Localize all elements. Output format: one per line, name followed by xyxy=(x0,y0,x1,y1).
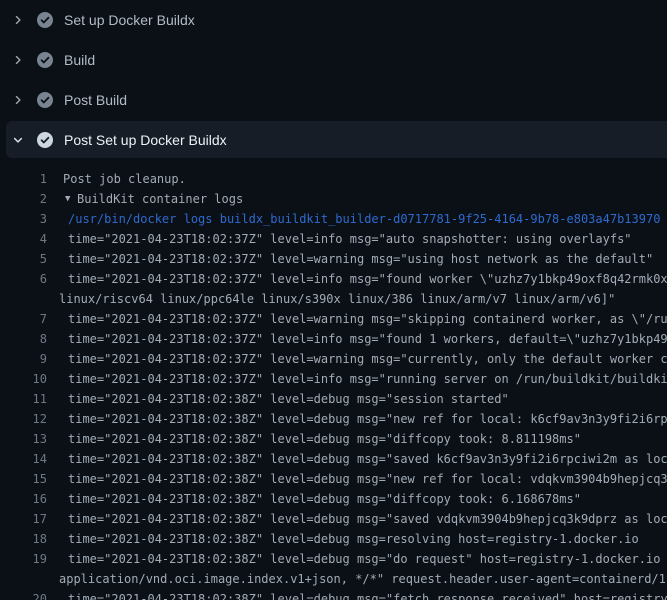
log-line: 1 Post job cleanup. xyxy=(0,169,667,189)
log-text: Post job cleanup. xyxy=(63,169,186,189)
log-line: 9 time="2021-04-23T18:02:37Z" level=warni… xyxy=(0,349,667,369)
step-row-build[interactable]: Build xyxy=(0,40,667,80)
log-line: application/vnd.oci.image.index.v1+json,… xyxy=(0,569,667,589)
log-line: 3/usr/bin/docker logs buildx_buildkit_bu… xyxy=(0,209,667,229)
log-lines: 1 Post job cleanup. 2 ▼ BuildKit container l… xyxy=(0,158,667,600)
log-text: time="2021-04-23T18:02:37Z" level=info m… xyxy=(68,329,667,349)
triangle-down-icon[interactable]: ▼ xyxy=(65,189,70,209)
line-number[interactable]: 19 xyxy=(0,549,47,569)
log-text: application/vnd.oci.image.index.v1+json,… xyxy=(59,569,667,589)
log-text: time="2021-04-23T18:02:38Z" level=debug … xyxy=(68,509,667,529)
log-line: 6 time="2021-04-23T18:02:37Z" level=info … xyxy=(0,269,667,289)
log-command-text: /usr/bin/docker logs buildx_buildkit_bui… xyxy=(68,209,660,229)
log-text[interactable]: BuildKit container logs xyxy=(77,189,243,209)
check-circle-icon xyxy=(37,132,53,148)
check-circle-icon xyxy=(37,12,53,28)
log-line: 20 time="2021-04-23T18:02:38Z" level=debu… xyxy=(0,589,667,600)
log-line: 2 ▼ BuildKit container logs xyxy=(0,189,667,209)
log-text: linux/riscv64 linux/ppc64le linux/s390x … xyxy=(59,289,615,309)
log-line: linux/riscv64 linux/ppc64le linux/s390x … xyxy=(0,289,667,309)
log-text: time="2021-04-23T18:02:38Z" level=debug … xyxy=(68,429,581,449)
line-number[interactable]: 17 xyxy=(0,509,47,529)
log-text: time="2021-04-23T18:02:38Z" level=debug … xyxy=(68,449,667,469)
log-line: 16 time="2021-04-23T18:02:38Z" level=debu… xyxy=(0,489,667,509)
log-text: time="2021-04-23T18:02:38Z" level=debug … xyxy=(68,529,639,549)
step-row-post-build[interactable]: Post Build xyxy=(0,80,667,120)
log-text: time="2021-04-23T18:02:37Z" level=warnin… xyxy=(68,309,667,329)
log-text: time="2021-04-23T18:02:37Z" level=warnin… xyxy=(68,349,667,369)
step-row-set-up-docker-buildx[interactable]: Set up Docker Buildx xyxy=(0,0,667,40)
line-number[interactable]: 12 xyxy=(0,409,47,429)
line-number[interactable]: 14 xyxy=(0,449,47,469)
step-label: Post Build xyxy=(64,92,127,108)
log-line: 10 time="2021-04-23T18:02:37Z" level=info… xyxy=(0,369,667,389)
log-line: 4 time="2021-04-23T18:02:37Z" level=info … xyxy=(0,229,667,249)
line-number[interactable]: 9 xyxy=(0,349,47,369)
log-line: 5 time="2021-04-23T18:02:37Z" level=warni… xyxy=(0,249,667,269)
log-line: 14 time="2021-04-23T18:02:38Z" level=debu… xyxy=(0,449,667,469)
chevron-right-icon[interactable] xyxy=(12,14,24,26)
line-number[interactable]: 13 xyxy=(0,429,47,449)
line-number[interactable]: 7 xyxy=(0,309,47,329)
log-line: 15 time="2021-04-23T18:02:38Z" level=debu… xyxy=(0,469,667,489)
log-text: time="2021-04-23T18:02:37Z" level=info m… xyxy=(68,369,667,389)
line-number[interactable]: 3 xyxy=(0,209,47,229)
chevron-right-icon[interactable] xyxy=(12,94,24,106)
line-number[interactable]: 20 xyxy=(0,589,47,600)
line-number[interactable]: 10 xyxy=(0,369,47,389)
log-line: 8 time="2021-04-23T18:02:37Z" level=info … xyxy=(0,329,667,349)
log-text: time="2021-04-23T18:02:37Z" level=warnin… xyxy=(68,249,653,269)
log-line: 18 time="2021-04-23T18:02:38Z" level=debu… xyxy=(0,529,667,549)
line-number[interactable]: 15 xyxy=(0,469,47,489)
log-text: time="2021-04-23T18:02:38Z" level=debug … xyxy=(68,409,667,429)
check-circle-icon xyxy=(37,92,53,108)
log-text: time="2021-04-23T18:02:37Z" level=info m… xyxy=(68,229,632,249)
line-number[interactable]: 8 xyxy=(0,329,47,349)
log-text: time="2021-04-23T18:02:38Z" level=debug … xyxy=(68,489,581,509)
log-line: 11 time="2021-04-23T18:02:38Z" level=debu… xyxy=(0,389,667,409)
log-text: time="2021-04-23T18:02:38Z" level=debug … xyxy=(68,589,667,600)
log-line: 12 time="2021-04-23T18:02:38Z" level=debu… xyxy=(0,409,667,429)
steps-list: Set up Docker Buildx Build Post Build Po… xyxy=(0,0,667,158)
line-number[interactable]: 18 xyxy=(0,529,47,549)
line-number[interactable]: 11 xyxy=(0,389,47,409)
log-line: 7 time="2021-04-23T18:02:37Z" level=warni… xyxy=(0,309,667,329)
line-number[interactable]: 1 xyxy=(0,169,47,189)
step-label: Build xyxy=(64,52,95,68)
line-number[interactable]: 2 xyxy=(0,189,47,209)
line-number[interactable]: 6 xyxy=(0,269,47,289)
log-text: time="2021-04-23T18:02:37Z" level=info m… xyxy=(68,269,667,289)
log-text: time="2021-04-23T18:02:38Z" level=debug … xyxy=(68,549,667,569)
log-line: 13 time="2021-04-23T18:02:38Z" level=debu… xyxy=(0,429,667,449)
log-line: 17 time="2021-04-23T18:02:38Z" level=debu… xyxy=(0,509,667,529)
step-row-post-set-up-docker-buildx[interactable]: Post Set up Docker Buildx xyxy=(6,121,667,158)
line-number[interactable]: 5 xyxy=(0,249,47,269)
chevron-right-icon[interactable] xyxy=(12,54,24,66)
log-text: time="2021-04-23T18:02:38Z" level=debug … xyxy=(68,469,667,489)
check-circle-icon xyxy=(37,52,53,68)
line-number[interactable]: 16 xyxy=(0,489,47,509)
chevron-down-icon[interactable] xyxy=(12,134,24,146)
log-text: time="2021-04-23T18:02:38Z" level=debug … xyxy=(68,389,509,409)
step-label: Post Set up Docker Buildx xyxy=(64,132,227,148)
log-line: 19 time="2021-04-23T18:02:38Z" level=debu… xyxy=(0,549,667,569)
line-number[interactable]: 4 xyxy=(0,229,47,249)
step-label: Set up Docker Buildx xyxy=(64,12,195,28)
